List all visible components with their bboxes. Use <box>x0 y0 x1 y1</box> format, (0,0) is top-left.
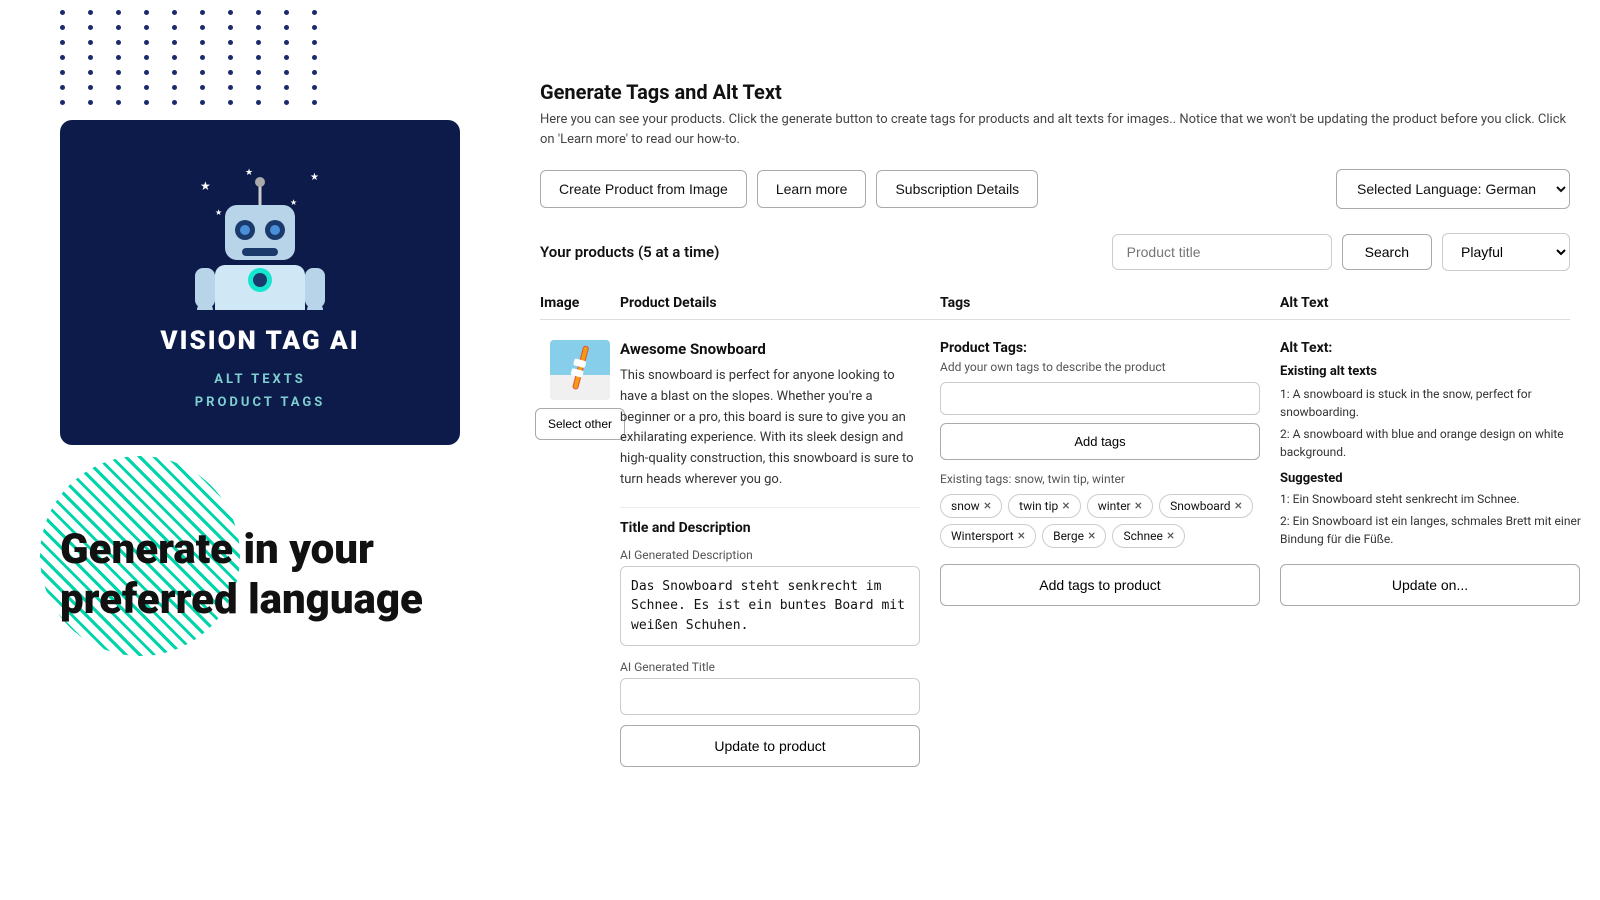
tags-list: snow × twin tip × winter × Snowboard × W… <box>940 494 1260 548</box>
robot-illustration: ★ ★ ★ ★ ★ <box>90 160 430 310</box>
svg-text:★: ★ <box>200 179 211 193</box>
alt-text-existing-1: 1: A snowboard is stuck in the snow, per… <box>1280 385 1590 421</box>
product-details-cell: Awesome Snowboard This snowboard is perf… <box>620 340 940 767</box>
logo-title: VISION TAG AI <box>90 326 430 356</box>
tags-section-title: Product Tags: <box>940 340 1260 356</box>
create-product-button[interactable]: Create Product from Image <box>540 170 747 208</box>
products-header: Your products (5 at a time) Search Playf… <box>540 233 1570 271</box>
alt-text-cell: Alt Text: Existing alt texts 1: A snowbo… <box>1280 340 1600 606</box>
products-label: Your products (5 at a time) <box>540 243 1102 261</box>
language-select[interactable]: Selected Language: German Selected Langu… <box>1336 169 1570 209</box>
subscription-button[interactable]: Subscription Details <box>876 170 1038 208</box>
col-image: Image <box>540 295 620 311</box>
suggested-alt-title: Suggested <box>1280 471 1590 486</box>
table-header: Image Product Details Tags Alt Text <box>540 287 1570 320</box>
tag-chip-twin-tip: twin tip × <box>1008 494 1081 518</box>
product-image-cell: Select other <box>540 340 620 440</box>
toolbar: Create Product from Image Learn more Sub… <box>540 169 1570 209</box>
product-description: This snowboard is perfect for anyone loo… <box>620 366 920 491</box>
alt-text-suggested-2: 2: Ein Snowboard ist ein langes, schmale… <box>1280 512 1590 548</box>
tag-chip-snow: snow × <box>940 494 1002 518</box>
tag-remove-snowboard[interactable]: × <box>1235 499 1242 513</box>
tag-remove-snow[interactable]: × <box>984 499 991 513</box>
existing-tags-label: Existing tags: snow, twin tip, winter <box>940 472 1260 486</box>
col-tags: Tags <box>940 295 1280 311</box>
svg-text:★: ★ <box>215 208 222 217</box>
alt-text-title: Alt Text: <box>1280 340 1590 356</box>
logo-card: ★ ★ ★ ★ ★ <box>60 120 460 445</box>
update-to-product-button[interactable]: Update to product <box>620 725 920 767</box>
ai-description-textarea[interactable] <box>620 566 920 647</box>
tag-remove-twin-tip[interactable]: × <box>1062 499 1069 513</box>
section-header: Generate Tags and Alt Text Here you can … <box>540 80 1570 149</box>
add-tags-to-product-button[interactable]: Add tags to product <box>940 564 1260 606</box>
update-alt-text-button[interactable]: Update on... <box>1280 564 1580 606</box>
col-alt-text: Alt Text <box>1280 295 1600 311</box>
generate-tagline: Generate in yourpreferred language <box>60 525 460 626</box>
page-title: Generate Tags and Alt Text <box>540 80 1570 104</box>
left-panel: ★ ★ ★ ★ ★ <box>0 0 520 666</box>
product-thumbnail <box>550 340 610 400</box>
tag-input[interactable] <box>940 382 1260 415</box>
learn-more-button[interactable]: Learn more <box>757 170 867 208</box>
tags-hint: Add your own tags to describe the produc… <box>940 360 1260 374</box>
logo-subtitle: ALT TEXTSPRODUCT TAGS <box>90 368 430 415</box>
tag-chip-snowboard: Snowboard × <box>1159 494 1253 518</box>
title-description-section: Title and Description AI Generated Descr… <box>620 507 920 768</box>
alt-text-suggested-1: 1: Ein Snowboard steht senkrecht im Schn… <box>1280 490 1590 508</box>
tag-remove-winter[interactable]: × <box>1135 499 1142 513</box>
svg-text:★: ★ <box>310 172 319 183</box>
alt-text-existing-2: 2: A snowboard with blue and orange desi… <box>1280 425 1590 461</box>
tag-remove-schnee[interactable]: × <box>1167 529 1174 543</box>
tags-cell: Product Tags: Add your own tags to descr… <box>940 340 1280 606</box>
ai-title-input[interactable] <box>620 678 920 715</box>
svg-text:★: ★ <box>245 168 253 178</box>
style-select[interactable]: Playful Professional Casual Formal <box>1442 233 1570 271</box>
tag-chip-berge: Berge × <box>1042 524 1106 548</box>
tag-chip-winter: winter × <box>1087 494 1153 518</box>
right-panel: Generate Tags and Alt Text Here you can … <box>530 0 1600 819</box>
title-desc-subtitle: Title and Description <box>620 507 920 536</box>
ai-title-label: AI Generated Title <box>620 660 920 674</box>
tag-chip-wintersport: Wintersport × <box>940 524 1036 548</box>
existing-alt-texts-title: Existing alt texts <box>1280 364 1590 379</box>
tag-remove-berge[interactable]: × <box>1088 529 1095 543</box>
svg-text:★: ★ <box>290 198 297 207</box>
tag-remove-wintersport[interactable]: × <box>1018 529 1025 543</box>
product-name: Awesome Snowboard <box>620 340 920 358</box>
tag-chip-schnee: Schnee × <box>1112 524 1185 548</box>
product-row: Select other Awesome Snowboard This snow… <box>540 328 1570 779</box>
search-button[interactable]: Search <box>1342 234 1432 270</box>
ai-desc-label: AI Generated Description <box>620 548 920 562</box>
search-input[interactable] <box>1112 234 1332 270</box>
select-other-button[interactable]: Select other <box>535 408 625 440</box>
add-tags-button[interactable]: Add tags <box>940 423 1260 460</box>
col-details: Product Details <box>620 295 940 311</box>
page-description: Here you can see your products. Click th… <box>540 110 1570 149</box>
